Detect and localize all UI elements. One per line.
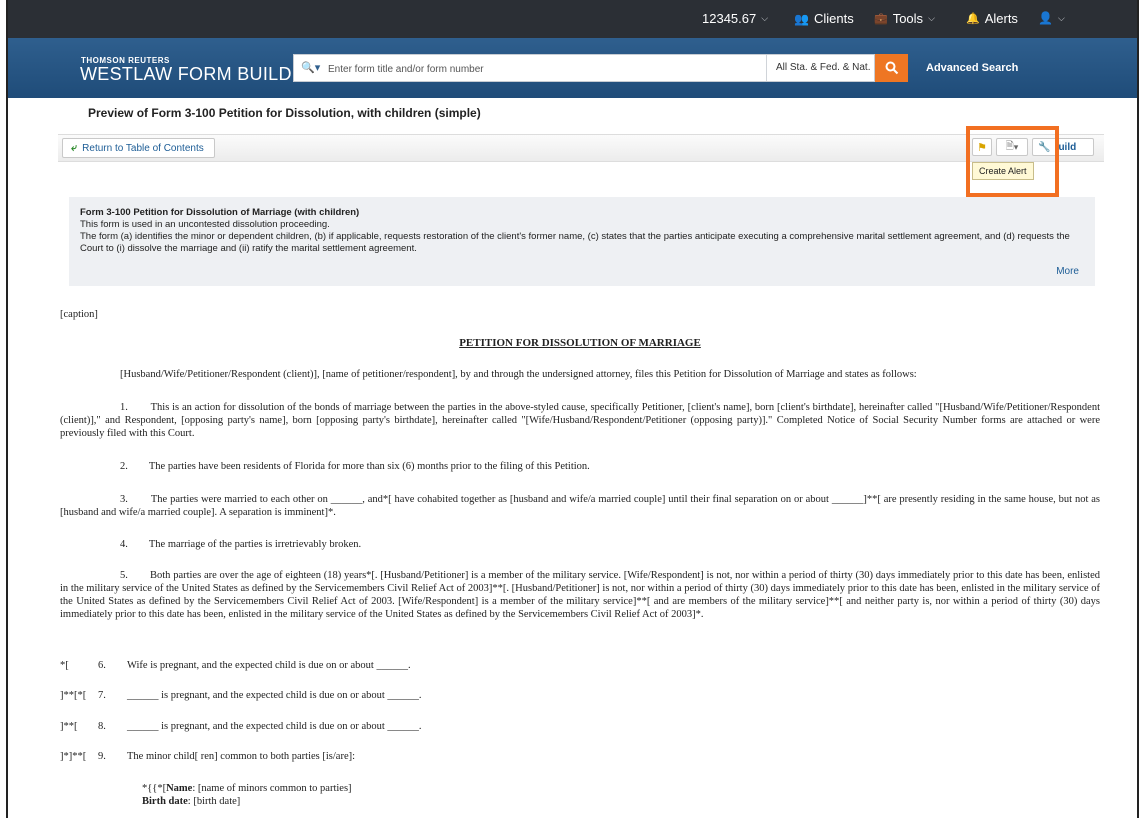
app-header: THOMSON REUTERS WESTLAW FORM BUILDER™ 🔍▾… — [8, 38, 1137, 98]
list-item: ]*]**[ 9. The minor child[ ren] common t… — [60, 751, 1100, 765]
bell-icon: 🔔 — [966, 13, 980, 25]
list-item: *[ 6. Wife is pregnant, and the expected… — [60, 660, 1100, 674]
child-info-block: *{{*[Name: [name of minors common to par… — [142, 782, 352, 808]
search-input[interactable] — [326, 58, 750, 80]
caption-placeholder: [caption] — [60, 309, 98, 320]
chevron-down-icon: ⌵ — [928, 13, 935, 23]
user-menu[interactable]: 👤 ⌵ — [1038, 11, 1065, 25]
item-number: 7. — [98, 690, 106, 701]
preview-toolbar: ⤶ Return to Table of Contents ⚑ 🗎 ▾ 🔧 ui… — [58, 134, 1104, 162]
child-name-line: *{{*[Name: [name of minors common to par… — [142, 782, 352, 795]
item-number: 6. — [98, 660, 106, 671]
more-link[interactable]: More — [1056, 266, 1079, 278]
child-prefix: *{{*[ — [142, 783, 167, 794]
item-marker: ]**[*[ — [60, 690, 87, 701]
search-type-dropdown[interactable]: 🔍▾ — [301, 61, 320, 74]
intro-paragraph: [Husband/Wife/Petitioner/Respondent (cli… — [120, 369, 917, 380]
list-item: ]**[*[ 7. ______ is pregnant, and the ex… — [60, 690, 1100, 704]
advanced-search-link[interactable]: Advanced Search — [926, 62, 1018, 74]
form-info-line: This form is used in an uncontested diss… — [80, 219, 330, 230]
back-arrow-icon: ⤶ — [71, 141, 78, 154]
search-scope[interactable]: All Sta. & Fed. & Nat. — [776, 62, 870, 73]
paragraph-5: 5. Both parties are over the age of eigh… — [60, 570, 1100, 620]
document-heading: PETITION FOR DISSOLUTION OF MARRIAGE — [459, 337, 701, 349]
clients-label: Clients — [813, 11, 854, 26]
paragraph-1: 1. This is an action for dissolution of … — [60, 402, 1100, 439]
item-text: ______ is pregnant, and the expected chi… — [127, 721, 422, 732]
alerts-menu[interactable]: 🔔 Alerts — [966, 11, 1018, 26]
child-birth-label: Birth date — [142, 796, 188, 807]
search-box: 🔍▾ All Sta. & Fed. & Nat. — [293, 54, 875, 82]
item-marker: *[ — [60, 660, 69, 671]
item-marker: ]*]**[ — [60, 751, 87, 762]
divider — [766, 55, 767, 81]
item-text: Wife is pregnant, and the expected child… — [127, 660, 411, 671]
people-icon: 👥 — [794, 11, 809, 26]
page-title: Preview of Form 3-100 Petition for Disso… — [88, 106, 481, 120]
return-label: Return to Table of Contents — [82, 142, 204, 154]
build-label: uild — [1058, 141, 1077, 153]
child-name-label: Name — [166, 783, 193, 794]
item-text: The minor child[ ren] common to both par… — [127, 751, 356, 762]
balance-value: 12345.67 — [702, 11, 757, 26]
list-item: ]**[ 8. ______ is pregnant, and the expe… — [60, 721, 1100, 735]
paragraph-3: 3. The parties were married to each othe… — [60, 494, 1100, 518]
return-to-toc-button[interactable]: ⤶ Return to Table of Contents — [62, 138, 215, 158]
brand-logo[interactable]: WESTLAW FORM BUILDER™ — [80, 64, 327, 85]
clients-menu[interactable]: 👥 Clients — [794, 11, 854, 26]
toolbox-icon: 💼 — [874, 13, 888, 25]
paragraph-4: 4. The marriage of the parties is irretr… — [120, 539, 362, 550]
search-button[interactable] — [875, 54, 908, 82]
brand-name: WESTLAW FORM BUILDER — [80, 64, 318, 84]
window-border-left — [6, 0, 8, 818]
form-info-title: Form 3-100 Petition for Dissolution of M… — [80, 207, 360, 218]
alerts-label: Alerts — [984, 11, 1018, 26]
item-marker: ]**[ — [60, 721, 78, 732]
create-alert-tooltip: Create Alert — [972, 162, 1034, 180]
user-icon: 👤 — [1038, 11, 1053, 25]
item-number: 9. — [98, 751, 106, 762]
form-info-description: The form (a) identifies the minor or dep… — [80, 231, 1070, 254]
tools-menu[interactable]: 💼 Tools ⌵ — [874, 11, 935, 26]
item-number: 8. — [98, 721, 106, 732]
balance-menu[interactable]: 12345.67 ⌵ — [702, 11, 768, 26]
item-text: ______ is pregnant, and the expected chi… — [127, 690, 422, 701]
chevron-down-icon: ⌵ — [1057, 12, 1065, 23]
chevron-down-icon: ⌵ — [761, 13, 769, 23]
form-info-box: Form 3-100 Petition for Dissolution of M… — [69, 197, 1095, 286]
child-birth-line: Birth date: [birth date] — [142, 795, 352, 808]
tools-label: Tools — [892, 11, 924, 26]
top-bar: 12345.67 ⌵ 👥 Clients 💼 Tools ⌵ 🔔 Alerts … — [8, 0, 1137, 38]
child-birth-value: : [birth date] — [187, 796, 241, 807]
paragraph-2: 2. The parties have been residents of Fl… — [120, 461, 590, 472]
search-icon — [885, 61, 898, 75]
child-name-value: : [name of minors common to parties] — [192, 783, 352, 794]
